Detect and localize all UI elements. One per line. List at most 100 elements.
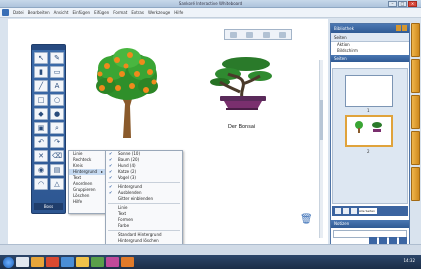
image-tool-icon[interactable]: ▣ bbox=[34, 122, 48, 134]
taskbar-app-icon[interactable] bbox=[31, 257, 44, 267]
bonsai-caption[interactable]: Der Bonsai bbox=[228, 124, 255, 130]
menu-item-insert2[interactable]: Eifügen bbox=[94, 10, 109, 15]
minimize-button[interactable]: – bbox=[388, 1, 397, 7]
panel-header: Bibliothek bbox=[331, 24, 409, 33]
submenu-item-label: Katze (2) bbox=[118, 169, 137, 174]
pages-select[interactable]: Alle Seiten bbox=[359, 208, 377, 214]
slide-number: 2 bbox=[367, 149, 370, 154]
start-button-icon[interactable] bbox=[3, 256, 14, 268]
magnifier-tool-icon[interactable]: ⌕ bbox=[50, 122, 64, 134]
context-menu-item-label: Hintergrund bbox=[73, 169, 98, 174]
nav-first-icon[interactable] bbox=[229, 31, 237, 38]
menu-item-tools[interactable]: Werkzeuge bbox=[148, 10, 170, 15]
side-tab[interactable] bbox=[411, 23, 420, 57]
slide-thumbnail-active[interactable] bbox=[345, 115, 393, 147]
taskbar-app-icon[interactable] bbox=[106, 257, 119, 267]
menu-item-view[interactable]: Ansicht bbox=[54, 10, 69, 15]
submenu-item[interactable]: Gitter einblenden bbox=[106, 196, 182, 202]
submenu-item[interactable]: Farbe bbox=[106, 223, 182, 229]
taskbar-app-icon[interactable] bbox=[61, 257, 74, 267]
submenu-item[interactable]: ✔ Vogel (3) bbox=[106, 175, 182, 181]
circle-tool-icon[interactable]: ○ bbox=[50, 94, 64, 106]
add-page-icon[interactable] bbox=[335, 208, 341, 214]
highlighter-tool-icon[interactable]: ▮ bbox=[34, 66, 48, 78]
trash-icon[interactable]: 🗑 bbox=[300, 214, 313, 225]
close-button[interactable]: × bbox=[408, 1, 417, 7]
app-logo-icon bbox=[2, 9, 9, 16]
menu-bar: Datei Bearbeiten Ansicht Einfügen Eifüge… bbox=[0, 8, 421, 18]
side-tab[interactable] bbox=[411, 131, 420, 165]
window-controls: – □ × bbox=[388, 1, 417, 7]
line-tool-icon[interactable]: ╱ bbox=[34, 80, 48, 92]
delete-page-icon[interactable] bbox=[351, 208, 357, 214]
page-navigator bbox=[224, 29, 292, 40]
ruler-tool-icon[interactable]: ▤ bbox=[50, 164, 64, 176]
taskbar-app-icon[interactable] bbox=[91, 257, 104, 267]
panel-action-icon[interactable] bbox=[369, 237, 377, 244]
panel-header-buttons bbox=[396, 25, 407, 31]
slide-thumbnail[interactable] bbox=[345, 75, 393, 107]
pages-section-title: Seiten bbox=[334, 56, 347, 61]
taskbar-clock: 14:32 bbox=[403, 258, 415, 263]
menu-separator bbox=[108, 182, 180, 183]
title-bar: Sankoré Interactive Whiteboard – □ × bbox=[0, 0, 421, 8]
compass-tool-icon[interactable]: △ bbox=[50, 178, 64, 190]
menu-separator bbox=[108, 230, 180, 231]
side-tab[interactable] bbox=[411, 59, 420, 93]
side-tab[interactable] bbox=[411, 167, 420, 201]
orange-tree-image[interactable] bbox=[92, 46, 162, 138]
taskbar: 14:32 bbox=[0, 255, 421, 269]
redo-icon[interactable]: ↷ bbox=[50, 136, 64, 148]
fill-tool-icon[interactable]: ◆ bbox=[34, 108, 48, 120]
nav-next-icon[interactable] bbox=[262, 31, 270, 38]
tool-palette: ↖ ✎ ▮ ▭ ╱ A □ ○ ◆ ● ▣ ⌕ ↶ ↷ ✕ ⌫ ◉ ▤ ◠ △ … bbox=[31, 44, 66, 214]
panel-subheader: Seiten bbox=[331, 33, 409, 42]
menu-item-format[interactable]: Format bbox=[113, 10, 127, 15]
panel-action-icon[interactable] bbox=[379, 237, 387, 244]
color-tool-icon[interactable]: ● bbox=[50, 108, 64, 120]
eraser-tool-icon[interactable]: ▭ bbox=[50, 66, 64, 78]
duplicate-page-icon[interactable] bbox=[343, 208, 349, 214]
panel-title: Bibliothek bbox=[334, 26, 354, 31]
side-tabs bbox=[411, 23, 421, 243]
taskbar-app-icon[interactable] bbox=[76, 257, 89, 267]
taskbar-app-icon[interactable] bbox=[121, 257, 134, 267]
context-menu-item[interactable]: Hilfe bbox=[69, 199, 105, 205]
protractor-tool-icon[interactable]: ◠ bbox=[34, 178, 48, 190]
side-panel: Bibliothek Seiten Aktion Bildschirm Seit… bbox=[330, 23, 410, 248]
undo-icon[interactable]: ↶ bbox=[34, 136, 48, 148]
submenu-item-label: Sonne (10) bbox=[118, 151, 140, 156]
clear-tool-icon[interactable]: ⌫ bbox=[50, 150, 64, 162]
taskbar-app-icon[interactable] bbox=[46, 257, 59, 267]
panel-close-icon[interactable] bbox=[402, 25, 407, 31]
pointer-tool-icon[interactable]: ↖ bbox=[34, 52, 48, 64]
submenu-item-label: Hund (4) bbox=[118, 163, 136, 168]
menu-item-extras[interactable]: Extras bbox=[131, 10, 144, 15]
side-tab[interactable] bbox=[411, 95, 420, 129]
text-tool-icon[interactable]: A bbox=[50, 80, 64, 92]
camera-tool-icon[interactable]: ◉ bbox=[34, 164, 48, 176]
palette-footer[interactable]: Boss bbox=[34, 203, 63, 210]
nav-last-icon[interactable] bbox=[279, 31, 287, 38]
menu-item-edit[interactable]: Bearbeiten bbox=[28, 10, 50, 15]
panel-toolbar: Alle Seiten bbox=[332, 206, 408, 216]
taskbar-app-icon[interactable] bbox=[16, 257, 29, 267]
panel-option[interactable]: Bildschirm bbox=[331, 48, 409, 54]
bonsai-image[interactable] bbox=[206, 54, 278, 110]
submenu-item-label: Ausblenden bbox=[118, 190, 142, 195]
shape-tool-icon[interactable]: □ bbox=[34, 94, 48, 106]
delete-tool-icon[interactable]: ✕ bbox=[34, 150, 48, 162]
menu-item-file[interactable]: Datei bbox=[13, 10, 24, 15]
scrollbar-thumb[interactable] bbox=[320, 100, 323, 140]
canvas-scrollbar[interactable] bbox=[319, 60, 323, 238]
menu-item-insert[interactable]: Einfügen bbox=[72, 10, 90, 15]
pen-tool-icon[interactable]: ✎ bbox=[50, 52, 64, 64]
slide-thumbnails: 1 2 bbox=[332, 68, 408, 204]
panel-pin-icon[interactable] bbox=[396, 25, 401, 31]
panel-action-icon[interactable] bbox=[399, 237, 407, 244]
status-bar bbox=[0, 244, 421, 255]
panel-action-icon[interactable] bbox=[389, 237, 397, 244]
maximize-button[interactable]: □ bbox=[398, 1, 407, 7]
menu-item-help[interactable]: Hilfe bbox=[174, 10, 183, 15]
nav-prev-icon[interactable] bbox=[246, 31, 254, 38]
